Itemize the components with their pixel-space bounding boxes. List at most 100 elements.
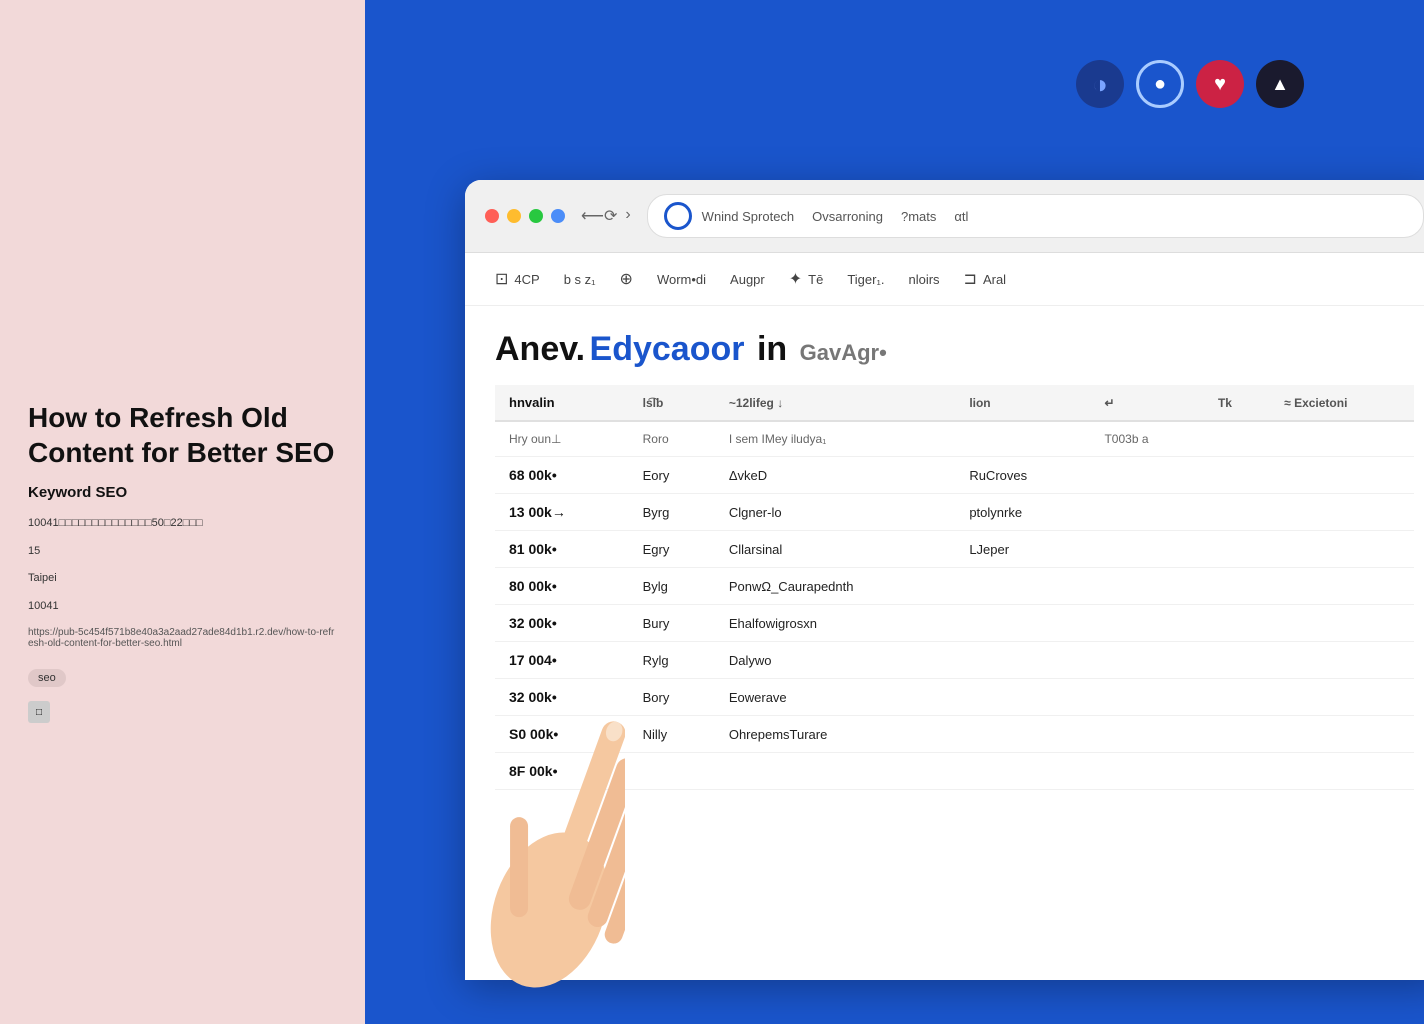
col3-1: ΔvkeD (715, 457, 955, 494)
sidebar: How to Refresh Old Content for Better SE… (0, 0, 365, 1024)
nav-item-5[interactable]: Augpr (730, 268, 765, 291)
nav-buttons: ⟵⟳ › (581, 206, 631, 226)
page-heading-part4: GavAgr• (800, 340, 887, 365)
metric-4: 80 00k• (495, 568, 629, 605)
sidebar-icon-1: □ (28, 701, 50, 723)
top-icon-2[interactable]: ● (1136, 60, 1184, 108)
main-area: ◑ ● ♥ ▲ ⟵⟳ › Wnind Sprotech Ovsarroning … (365, 0, 1424, 1024)
table-row: 68 00k• Eory ΔvkeD RuCroves (495, 457, 1414, 494)
metric-9: 8F 00k• (495, 753, 629, 790)
table-row: S0 00k• Nilly OhrepemsTurare (495, 716, 1414, 753)
metric-7: 32 00k• (495, 679, 629, 716)
col2-3: Egry (629, 531, 715, 568)
address-text: Wnind Sprotech (702, 209, 795, 224)
page-heading-part1: Anev. (495, 330, 585, 368)
nav-icon-1: ⊡ (495, 269, 508, 289)
th-arrow: ↵ (1090, 385, 1204, 421)
top-icon-1[interactable]: ◑ (1076, 60, 1124, 108)
page-heading-area: Anev. Edycaoor in GavAgr• (495, 330, 1414, 369)
nav-item-3[interactable]: ⊕ (620, 265, 633, 293)
tl-yellow[interactable] (507, 209, 521, 223)
subh-2: Roro (629, 421, 715, 457)
metric-8: S0 00k• (495, 716, 629, 753)
table-row: 32 00k• Bory Eowerave (495, 679, 1414, 716)
browser-chrome: ⟵⟳ › Wnind Sprotech Ovsarroning ?mats αt… (465, 180, 1424, 253)
table-row: 80 00k• Bylg PonwΩ_Caurapednth (495, 568, 1414, 605)
nav-label-6: Tē (808, 272, 823, 287)
sidebar-meta-line2: 15 (28, 543, 337, 561)
top-icon-3[interactable]: ♥ (1196, 60, 1244, 108)
page-heading-part3: in (757, 330, 787, 368)
nav-item-9[interactable]: ⊐ Aral (964, 265, 1007, 293)
col3-7: Eowerave (715, 679, 955, 716)
top-icon-4[interactable]: ▲ (1256, 60, 1304, 108)
th-excietoni: ≈ Excietoni (1270, 385, 1414, 421)
metric-3: 81 00k• (495, 531, 629, 568)
table-row: 8F 00k• (495, 753, 1414, 790)
nav-icon-3: ⊕ (620, 269, 633, 289)
col2-5: Bury (629, 605, 715, 642)
nav-label-1: 4CP (514, 272, 539, 287)
sidebar-tag[interactable]: seo (28, 669, 66, 687)
col4-3: LJeper (955, 531, 1090, 568)
sidebar-meta-line3: Taipei (28, 570, 337, 588)
sidebar-url: https://pub-5c454f571b8e40a3a2aad27ade84… (28, 627, 337, 649)
address-extra3: αtl (954, 209, 968, 224)
col4-1: RuCroves (955, 457, 1090, 494)
subh-3: I sem IMey iludya₁ (715, 421, 1091, 457)
tl-blue-custom[interactable] (551, 209, 565, 223)
col3-6: Dalywo (715, 642, 955, 679)
nav-label-5: Augpr (730, 272, 765, 287)
table-row: 81 00k• Egry Cllarsinal LJeper (495, 531, 1414, 568)
col4-2: ptolynrke (955, 494, 1090, 531)
table-row: 17 004• Rylg Dalywo (495, 642, 1414, 679)
tl-green[interactable] (529, 209, 543, 223)
nav-item-8[interactable]: nloirs (908, 268, 939, 291)
tl-red[interactable] (485, 209, 499, 223)
col3-8: OhrepemsTurare (715, 716, 955, 753)
col3-3: Cllarsinal (715, 531, 955, 568)
nav-label-4: Worm•di (657, 272, 706, 287)
nav-item-1[interactable]: ⊡ 4CP (495, 265, 540, 293)
nav-icon-6: ✦ (789, 269, 802, 289)
nav-item-7[interactable]: Tiger₁. (847, 268, 884, 291)
th-tk: Tk (1204, 385, 1270, 421)
sidebar-title: How to Refresh Old Content for Better SE… (28, 400, 337, 470)
col2-2: Byrg (629, 494, 715, 531)
subh-1: Hry oun⊥ (495, 421, 629, 457)
th-lion: lion (955, 385, 1090, 421)
nav-label-2: b s z₁ (564, 272, 596, 287)
browser-window: ⟵⟳ › Wnind Sprotech Ovsarroning ?mats αt… (465, 180, 1424, 980)
traffic-lights (485, 209, 565, 223)
col4-4 (955, 568, 1090, 605)
col2-6: Rylg (629, 642, 715, 679)
subh-4: T003b a (1090, 421, 1204, 457)
metric-1: 68 00k• (495, 457, 629, 494)
table-row: 32 00k• Bury Ehalfowigrosxn (495, 605, 1414, 642)
sidebar-keyword: Keyword SEO (28, 484, 337, 501)
data-table: hnvalin ls͡lb ~12lifeg ↓ lion ↵ Tk ≈ Exc… (495, 385, 1414, 790)
address-bar[interactable]: Wnind Sprotech Ovsarroning ?mats αtl (647, 194, 1424, 238)
nav-label-9: Aral (983, 272, 1006, 287)
nav-item-2[interactable]: b s z₁ (564, 268, 596, 291)
col2-8: Nilly (629, 716, 715, 753)
table-header-row: hnvalin ls͡lb ~12lifeg ↓ lion ↵ Tk ≈ Exc… (495, 385, 1414, 421)
nav-forward[interactable]: › (625, 206, 630, 226)
metric-5: 32 00k• (495, 605, 629, 642)
table-row: 13 00k→ Byrg Clgner-lo ptolynrke (495, 494, 1414, 531)
nav-item-6[interactable]: ✦ Tē (789, 265, 824, 293)
th-hnvalin: hnvalin (495, 385, 629, 421)
nav-label-7: Tiger₁. (847, 272, 884, 287)
th-lstb: ls͡lb (629, 385, 715, 421)
col3-4: PonwΩ_Caurapednth (715, 568, 955, 605)
nav-icon-9: ⊐ (964, 269, 977, 289)
sidebar-icon-row: □ (28, 701, 337, 723)
nav-label-8: nloirs (908, 272, 939, 287)
top-icons-row: ◑ ● ♥ ▲ (1076, 60, 1304, 108)
nav-back[interactable]: ⟵⟳ (581, 206, 617, 226)
browser-nav-bar: ⊡ 4CP b s z₁ ⊕ Worm•di Augpr ✦ Tē Tiger₁… (465, 253, 1424, 306)
nav-item-4[interactable]: Worm•di (657, 268, 706, 291)
address-extra: Ovsarroning (812, 209, 883, 224)
col2-7: Bory (629, 679, 715, 716)
cortana-icon (664, 202, 692, 230)
